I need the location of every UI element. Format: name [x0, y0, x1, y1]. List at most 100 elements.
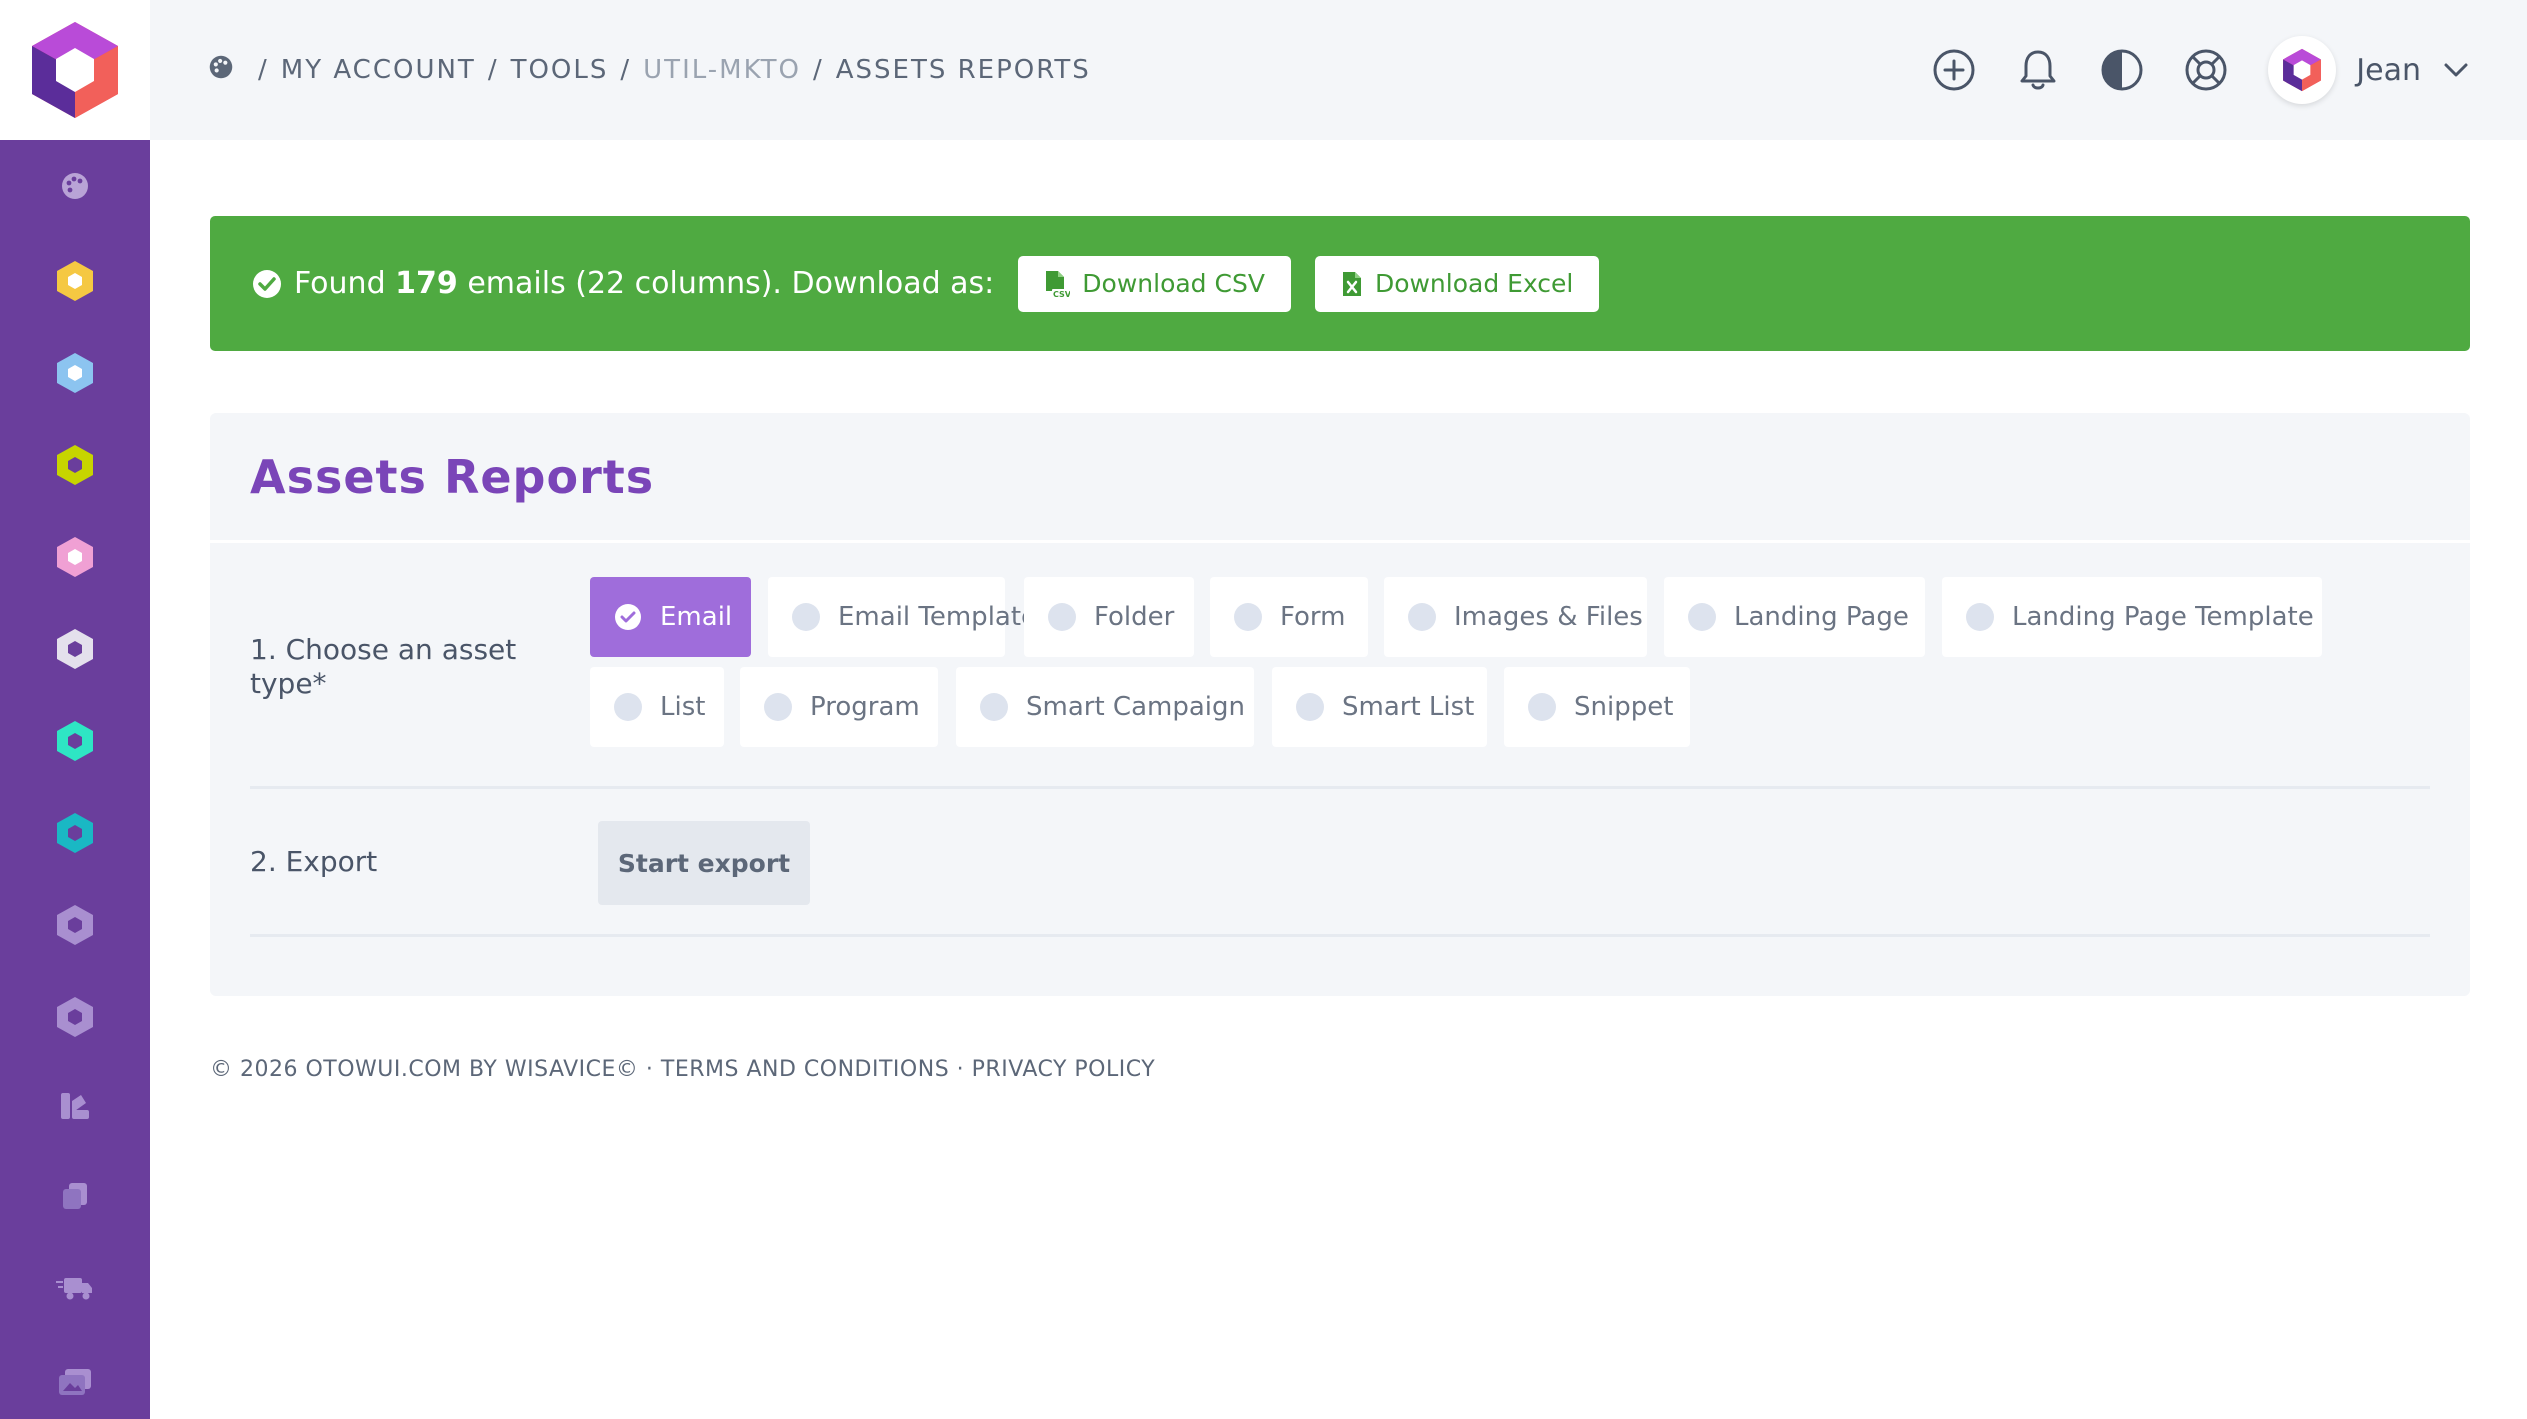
asset-type-email-template[interactable]: Email Template [768, 577, 1037, 657]
palette-icon [209, 55, 233, 78]
plus-circle-icon [1933, 49, 1975, 91]
contrast-icon [2101, 49, 2143, 91]
terms-link[interactable]: TERMS AND CONDITIONS [661, 1057, 949, 1082]
asset-type-images-files[interactable]: Images & Files [1384, 577, 1647, 657]
sidebar-item-app-7[interactable] [0, 787, 150, 879]
footer: © 2026 OTOWUI.COM BY WISAVICE© · TERMS A… [210, 1057, 1155, 1082]
radio-icon [792, 603, 820, 631]
user-name: Jean [2356, 52, 2421, 88]
breadcrumb-my-account[interactable]: MY ACCOUNT [281, 55, 476, 85]
divider [250, 786, 2430, 789]
asset-type-label: Email [660, 602, 733, 632]
step-2-label: 2. Export [250, 845, 378, 878]
asset-type-form[interactable]: Form [1210, 577, 1368, 657]
asset-type-landing-page[interactable]: Landing Page [1664, 577, 1925, 657]
breadcrumb-home[interactable] [208, 54, 234, 87]
alert-text-before: Found [294, 266, 386, 301]
privacy-link[interactable]: PRIVACY POLICY [972, 1057, 1156, 1082]
sidebar-item-images[interactable] [0, 1336, 150, 1419]
app-logo[interactable] [0, 0, 150, 140]
sidebar-item-dashboard[interactable] [0, 140, 150, 232]
svg-text:CSV: CSV [1053, 290, 1070, 299]
asset-type-folder[interactable]: Folder [1024, 577, 1194, 657]
breadcrumb: / MY ACCOUNT / TOOLS / UTIL-MKTO / ASSET… [208, 0, 1091, 140]
start-export-button[interactable]: Start export [598, 821, 810, 905]
shipping-fast-icon [56, 1278, 92, 1300]
asset-type-snippet[interactable]: Snippet [1504, 667, 1690, 747]
breadcrumb-separator: / [487, 55, 499, 85]
footer-copyright: © 2026 OTOWUI.COM BY WISAVICE© [210, 1057, 639, 1082]
asset-type-label: Landing Page Template [2012, 602, 2314, 632]
sidebar-item-app-8[interactable] [0, 879, 150, 971]
sidebar-item-app-2[interactable] [0, 327, 150, 419]
asset-type-list[interactable]: List [590, 667, 724, 747]
asset-type-label: Email Template [838, 602, 1038, 632]
radio-icon [1296, 693, 1324, 721]
sidebar-item-shipping[interactable] [0, 1242, 150, 1334]
hexagon-icon [57, 813, 93, 853]
add-button[interactable] [1930, 46, 1978, 94]
sidebar-item-app-3[interactable] [0, 419, 150, 511]
life-ring-icon [2185, 49, 2227, 91]
hexagon-icon [57, 353, 93, 393]
asset-type-email[interactable]: Email [590, 577, 751, 657]
download-csv-label: Download CSV [1082, 269, 1265, 298]
asset-type-label: Smart Campaign [1026, 692, 1245, 722]
check-circle-icon [614, 603, 642, 631]
asset-type-label: Program [810, 692, 920, 722]
page-title: Assets Reports [250, 449, 655, 504]
hexagon-icon [57, 629, 93, 669]
sidebar-item-app-4[interactable] [0, 511, 150, 603]
step-1-label: 1. Choose an asset type* [250, 633, 517, 700]
breadcrumb-tools[interactable]: TOOLS [511, 55, 609, 85]
file-excel-icon [1342, 271, 1361, 296]
alert-count: 179 [395, 266, 458, 301]
footer-separator: · [645, 1057, 654, 1082]
radio-icon [764, 693, 792, 721]
file-csv-icon: CSV [1046, 270, 1070, 299]
sidebar-item-app-1[interactable] [0, 235, 150, 327]
chevron-down-icon [2443, 62, 2469, 78]
help-button[interactable] [2182, 46, 2230, 94]
hexagon-icon [57, 537, 93, 577]
sidebar-item-copy[interactable] [0, 1150, 150, 1242]
asset-type-smart-campaign[interactable]: Smart Campaign [956, 667, 1254, 747]
images-icon [59, 1369, 91, 1395]
sidebar-item-app-6[interactable] [0, 695, 150, 787]
hexagon-icon [57, 721, 93, 761]
assets-reports-card: Assets Reports 1. Choose an asset type* … [210, 413, 2470, 996]
topbar-actions: Jean [1894, 0, 2527, 140]
sidebar-item-app-9[interactable] [0, 971, 150, 1063]
hexagon-icon [57, 905, 93, 945]
topbar: / MY ACCOUNT / TOOLS / UTIL-MKTO / ASSET… [150, 0, 2527, 140]
download-excel-button[interactable]: Download Excel [1314, 255, 1600, 312]
radio-icon [1688, 603, 1716, 631]
sidebar [0, 0, 150, 1419]
asset-type-label: Folder [1094, 602, 1175, 632]
avatar [2268, 36, 2337, 104]
sidebar-item-app-5[interactable] [0, 603, 150, 695]
asset-type-label: Images & Files [1454, 602, 1643, 632]
user-menu[interactable]: Jean [2268, 36, 2469, 104]
radio-icon [1048, 603, 1076, 631]
breadcrumb-separator: / [812, 55, 824, 85]
radio-icon [980, 693, 1008, 721]
asset-type-landing-page-template[interactable]: Landing Page Template [1942, 577, 2322, 657]
copy-icon [63, 1183, 87, 1209]
theme-toggle-button[interactable] [2098, 46, 2146, 94]
download-csv-button[interactable]: CSV Download CSV [1018, 255, 1291, 312]
radio-icon [1528, 693, 1556, 721]
sidebar-item-swatches[interactable] [0, 1060, 150, 1152]
breadcrumb-util-mkto[interactable]: UTIL-MKTO [643, 55, 801, 85]
radio-icon [614, 693, 642, 721]
asset-type-smart-list[interactable]: Smart List [1272, 667, 1487, 747]
notifications-button[interactable] [2014, 46, 2062, 94]
success-alert: Found 179 emails (22 columns). Download … [210, 216, 2470, 351]
logo-icon [32, 22, 118, 118]
asset-type-program[interactable]: Program [740, 667, 938, 747]
hexagon-icon [57, 261, 93, 301]
asset-type-label: Landing Page [1734, 602, 1909, 632]
breadcrumb-separator: / [620, 55, 632, 85]
check-circle-icon [253, 269, 281, 298]
hexagon-icon [57, 445, 93, 485]
